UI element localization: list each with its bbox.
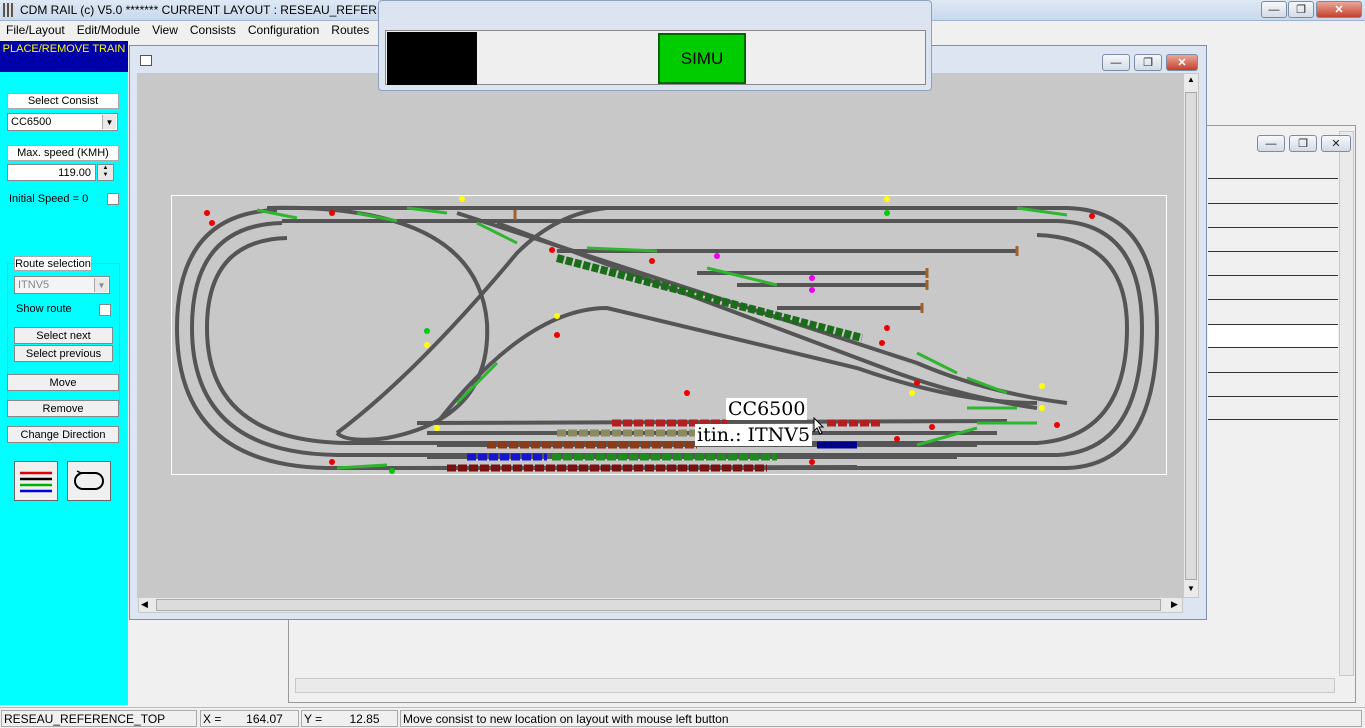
status-message: Move consist to new location on layout w…	[400, 710, 1362, 727]
layout-maximize-button[interactable]: ❐	[1134, 54, 1162, 71]
bg-close-button[interactable]: ✕	[1321, 135, 1351, 152]
status-layout-name: RESEAU_REFERENCE_TOP	[1, 710, 197, 727]
consist-tooltip-route: itin.: ITNV5	[695, 424, 813, 446]
track-diagonal	[335, 206, 608, 435]
status-y-value: 12.85	[330, 710, 398, 727]
simu-button[interactable]: SIMU	[658, 33, 746, 84]
scroll-right-arrow[interactable]: ▶	[1171, 599, 1178, 610]
layout-window-icon	[140, 55, 152, 66]
bg-horizontal-scrollbar[interactable]	[295, 678, 1335, 693]
menu-view[interactable]: View	[146, 21, 184, 41]
bg-maximize-button[interactable]: ❐	[1289, 135, 1317, 152]
max-speed-value: 119.00	[58, 166, 91, 179]
select-previous-button[interactable]: Select previous	[14, 345, 113, 362]
status-y-label: Y =	[301, 710, 331, 727]
layout-horizontal-scrollbar[interactable]: ◀ ▶	[138, 597, 1183, 613]
consist-select-value: CC6500	[11, 116, 52, 128]
scroll-down-arrow[interactable]: ▼	[1187, 584, 1195, 593]
initial-speed-label: Initial Speed = 0	[7, 190, 99, 207]
simulation-indicator	[387, 32, 477, 85]
background-list	[1208, 155, 1338, 420]
track-colors-icon	[20, 471, 52, 493]
consist-tooltip-name: CC6500	[726, 398, 808, 420]
chevron-down-icon[interactable]: ▼	[94, 278, 108, 292]
show-route-label: Show route	[16, 303, 72, 315]
layout-window: — ❐ ✕ CC6500 itin.: ITNV5 ◀ ▶ ▲ ▼	[129, 45, 1207, 620]
scroll-up-arrow[interactable]: ▲	[1187, 75, 1195, 84]
layout-close-button[interactable]: ✕	[1166, 54, 1198, 71]
status-bar: RESEAU_REFERENCE_TOP X = 164.07 Y = 12.8…	[0, 707, 1365, 728]
max-speed-label: Max. speed (KMH)	[7, 145, 119, 161]
layout-vscroll-thumb[interactable]	[1185, 92, 1197, 580]
consist-select[interactable]: CC6500 ▼	[7, 113, 118, 131]
minimize-button[interactable]: —	[1261, 1, 1287, 18]
route-select[interactable]: ITNV5 ▼	[14, 276, 110, 294]
route-select-value: ITNV5	[18, 279, 50, 291]
bg-minimize-button[interactable]: —	[1257, 135, 1285, 152]
change-direction-button[interactable]: Change Direction	[7, 426, 119, 443]
track-colors-button[interactable]	[14, 461, 58, 501]
status-x-label: X =	[200, 710, 230, 727]
track-loop-3	[204, 233, 1130, 445]
bg-vertical-scrollbar[interactable]	[1339, 131, 1354, 676]
panel-title: PLACE/REMOVE TRAIN	[0, 41, 128, 72]
layout-canvas[interactable]: CC6500 itin.: ITNV5	[137, 73, 1183, 598]
status-x-value: 164.07	[229, 710, 299, 727]
max-speed-stepper[interactable]: ▲ ▼	[97, 164, 114, 181]
maximize-button[interactable]: ❐	[1288, 1, 1314, 18]
layout-vertical-scrollbar[interactable]: ▲ ▼	[1183, 73, 1199, 598]
simulation-panel: SIMU	[385, 30, 926, 85]
menu-consists[interactable]: Consists	[184, 21, 242, 41]
track-outer-loop	[174, 206, 1160, 470]
loop-icon	[74, 470, 104, 490]
loop-route-button[interactable]	[67, 461, 111, 501]
show-route-checkbox[interactable]	[99, 304, 111, 316]
select-consist-label: Select Consist	[7, 93, 119, 109]
window-title: CDM RAIL (c) V5.0 ******* CURRENT LAYOUT…	[20, 3, 394, 17]
app-icon	[3, 3, 15, 17]
select-next-button[interactable]: Select next	[14, 327, 113, 344]
remove-button[interactable]: Remove	[7, 400, 119, 417]
layout-minimize-button[interactable]: —	[1102, 54, 1130, 71]
max-speed-input[interactable]: 119.00	[7, 164, 96, 181]
simulation-popup: SIMU	[378, 0, 932, 91]
mouse-cursor-icon	[813, 417, 825, 435]
track-diagram[interactable]	[137, 73, 1183, 598]
chevron-down-icon[interactable]: ▼	[102, 115, 116, 129]
place-remove-train-panel: PLACE/REMOVE TRAIN Select Consist CC6500…	[0, 41, 128, 705]
layout-hscroll-thumb[interactable]	[156, 599, 1161, 611]
route-selection-label: Route selection	[14, 256, 92, 271]
menu-routes[interactable]: Routes	[325, 21, 375, 41]
menu-configuration[interactable]: Configuration	[242, 21, 325, 41]
initial-speed-checkbox[interactable]	[107, 193, 119, 205]
scroll-left-arrow[interactable]: ◀	[141, 599, 148, 610]
menu-file-layout[interactable]: File/Layout	[0, 21, 71, 41]
close-button[interactable]: ✕	[1316, 1, 1362, 18]
move-button[interactable]: Move	[7, 374, 119, 391]
menu-edit-module[interactable]: Edit/Module	[71, 21, 146, 41]
